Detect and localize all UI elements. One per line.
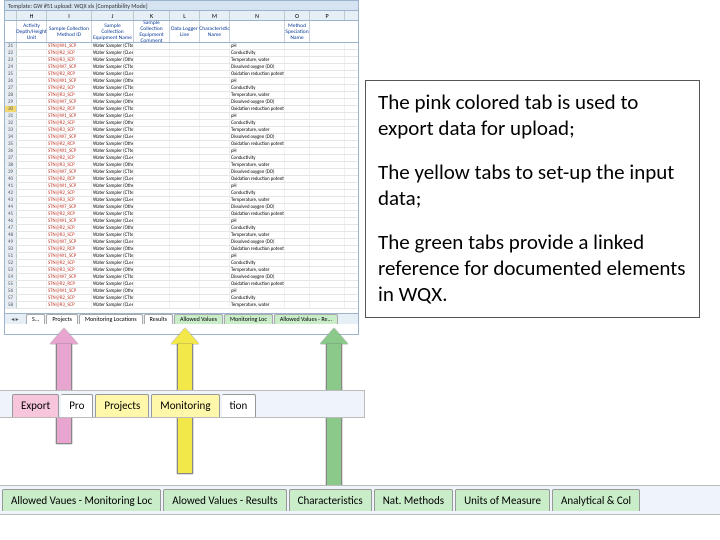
field-header	[5, 21, 17, 42]
table-row: 23STN@R3_SCPWater Sampler (Other)Tempera…	[5, 57, 358, 64]
field-header: Method Speciation Name	[285, 21, 310, 42]
field-header	[230, 21, 285, 42]
sheet-tab-bottom[interactable]: Analytical & Col	[552, 489, 640, 511]
col-header: P	[310, 11, 345, 20]
table-row: 37STN@R2_SCPWater Sampler (CLes)Conducti…	[5, 155, 358, 162]
table-row: 49STN@W7_SCPWater Sampler (CLes)Dissolve…	[5, 239, 358, 246]
sheet-tab-bottom[interactable]: Units of Measure	[455, 489, 550, 511]
sheet-tab[interactable]: S...	[26, 314, 45, 324]
table-row: 50STN@R2_RCPWater Sampler (Other)Oxidati…	[5, 246, 358, 253]
table-row: 48STN@R3_SCPWater Sampler (CTteh)Tempera…	[5, 232, 358, 239]
excel-spreadsheet: Template: GW #51 upload: WQX xls [Compat…	[4, 0, 359, 335]
col-header: H	[17, 11, 47, 20]
field-header: Characteristic Name	[200, 21, 230, 42]
table-row: 52STN@R2_SCPWater Sampler (CLes)Conducti…	[5, 260, 358, 267]
sheet-tab[interactable]: Results	[144, 314, 173, 324]
table-row: 21STN@W1_SCPWater Sampler (CTteh)pH	[5, 43, 358, 50]
sheet-tab-zoom[interactable]: Monitoring	[151, 394, 219, 417]
sheet-tab[interactable]: Monitoring Locations	[79, 314, 143, 324]
column-headers: HIJKLMNOP	[5, 11, 358, 21]
col-header: O	[285, 11, 310, 20]
sheet-tab[interactable]: Allowed Values - Re...	[274, 314, 338, 324]
col-header: I	[47, 11, 92, 20]
table-row: 58STN@R3_SCPWater Sampler (CLes)Temperat…	[5, 302, 358, 309]
table-row: 44STN@W7_SCPWater Sampler (Other)Dissolv…	[5, 204, 358, 211]
table-row: 53STN@R3_SCPWater Sampler (Other)Tempera…	[5, 267, 358, 274]
explanation-callout: The pink colored tab is used to export d…	[365, 80, 700, 318]
table-row: 36STN@W1_SCPWater Sampler (CTteh)pH	[5, 148, 358, 155]
field-header: Activity Depth/Height Unit	[17, 21, 47, 42]
table-row: 41STN@W1_SCPWater Sampler (Other)pH	[5, 183, 358, 190]
table-row: 45STN@R2_RCPWater Sampler (CTteh)Oxidati…	[5, 211, 358, 218]
sheet-tabs-zoom: ExportProProjectsMonitoringtion	[0, 390, 365, 418]
field-header: Sample Collection Equipment Name	[92, 21, 134, 42]
table-row: 32STN@R2_SCPWater Sampler (Other)Conduct…	[5, 120, 358, 127]
sheet-tab[interactable]: Monitoring Loc	[224, 314, 273, 324]
sheet-tab-zoom[interactable]: Pro	[61, 394, 93, 417]
table-row: 40STN@R2_RCPWater Sampler (CLes)Oxidatio…	[5, 176, 358, 183]
table-row: 29STN@W7_SCPWater Sampler (Other)Dissolv…	[5, 99, 358, 106]
titlebar: Template: GW #51 upload: WQX xls [Compat…	[5, 1, 358, 11]
table-row: 46STN@W1_SCPWater Sampler (CLes)pH	[5, 218, 358, 225]
table-row: 55STN@R2_RCPWater Sampler (CLes)Oxidatio…	[5, 281, 358, 288]
table-row: 54STN@W7_SCPWater Sampler (CTteh)Dissolv…	[5, 274, 358, 281]
field-header: Sample Collection Method ID	[47, 21, 92, 42]
table-row: 34STN@W7_SCPWater Sampler (CLes)Dissolve…	[5, 134, 358, 141]
sheet-tab-zoom[interactable]: tion	[222, 394, 257, 417]
table-row: 22STN@R2_SCPWater Sampler (CLes)Conducti…	[5, 50, 358, 57]
table-row: 33STN@R3_SCPWater Sampler (CTteh)Tempera…	[5, 127, 358, 134]
sheet-tab[interactable]: Projects	[46, 314, 78, 324]
header-row: Activity Depth/Height UnitSample Collect…	[5, 21, 358, 43]
table-row: 30STN@R2_RCPWater Sampler (CTteh)Oxidati…	[5, 106, 358, 113]
table-row: 42STN@R2_SCPWater Sampler (CTteh)Conduct…	[5, 190, 358, 197]
table-row: 27STN@R2_SCPWater Sampler (CTteh)Conduct…	[5, 85, 358, 92]
table-row: 47STN@R2_SCPWater Sampler (Other)Conduct…	[5, 225, 358, 232]
sheet-tab-zoom[interactable]: Projects	[95, 394, 149, 417]
sheet-tab-bottom[interactable]: Allowed Vaues - Monitoring Loc	[2, 489, 161, 511]
field-header: Data Logger Line	[170, 21, 200, 42]
table-row: 56STN@W1_SCPWater Sampler (Other)pH	[5, 288, 358, 295]
arrow-pink	[52, 328, 76, 444]
data-rows: 21STN@W1_SCPWater Sampler (CTteh)pH22STN…	[5, 43, 358, 313]
table-row: 35STN@R2_RCPWater Sampler (Other)Oxidati…	[5, 141, 358, 148]
table-row: 26STN@W1_SCPWater Sampler (Other)pH	[5, 78, 358, 85]
table-row: 57STN@R2_SCPWater Sampler (CTteh)Conduct…	[5, 295, 358, 302]
table-row: 28STN@R3_SCPWater Sampler (CLes)Temperat…	[5, 92, 358, 99]
table-row: 31STN@W1_SCPWater Sampler (CLes)pH	[5, 113, 358, 120]
callout-pink-text: The pink colored tab is used to export d…	[378, 89, 687, 141]
sheet-tab[interactable]: Allowed Values	[174, 314, 223, 324]
sheet-tab-bottom[interactable]: Characteristics	[289, 489, 372, 511]
table-row: 24STN@W7_SCPWater Sampler (CTteh)Dissolv…	[5, 64, 358, 71]
col-header: J	[92, 11, 134, 20]
col-header: N	[230, 11, 285, 20]
sheet-tab-bottom[interactable]: Nat. Methods	[374, 489, 453, 511]
table-row: 51STN@W1_SCPWater Sampler (CTteh)pH	[5, 253, 358, 260]
table-row: 43STN@R3_SCPWater Sampler (CLes)Temperat…	[5, 197, 358, 204]
col-header: M	[200, 11, 230, 20]
callout-yellow-text: The yellow tabs to set-up the input data…	[378, 159, 687, 211]
sheet-tabs-small: ◂ ▸S...ProjectsMonitoring LocationsResul…	[5, 313, 358, 324]
callout-green-text: The green tabs provide a linked referenc…	[378, 229, 687, 307]
table-row: 39STN@W7_SCPWater Sampler (CTteh)Dissolv…	[5, 169, 358, 176]
col-header: L	[170, 11, 200, 20]
sheet-tab-bottom[interactable]: Alowed Values - Results	[163, 489, 286, 511]
table-row: 38STN@R3_SCPWater Sampler (Other)Tempera…	[5, 162, 358, 169]
sheet-tab-zoom[interactable]: Export	[12, 394, 59, 417]
field-header: Sample Collection Equipment Comment	[134, 21, 170, 42]
sheet-tabs-bottom: Allowed Vaues - Monitoring LocAlowed Val…	[0, 485, 720, 515]
table-row: 25STN@R2_RCPWater Sampler (CLes)Oxidatio…	[5, 71, 358, 78]
